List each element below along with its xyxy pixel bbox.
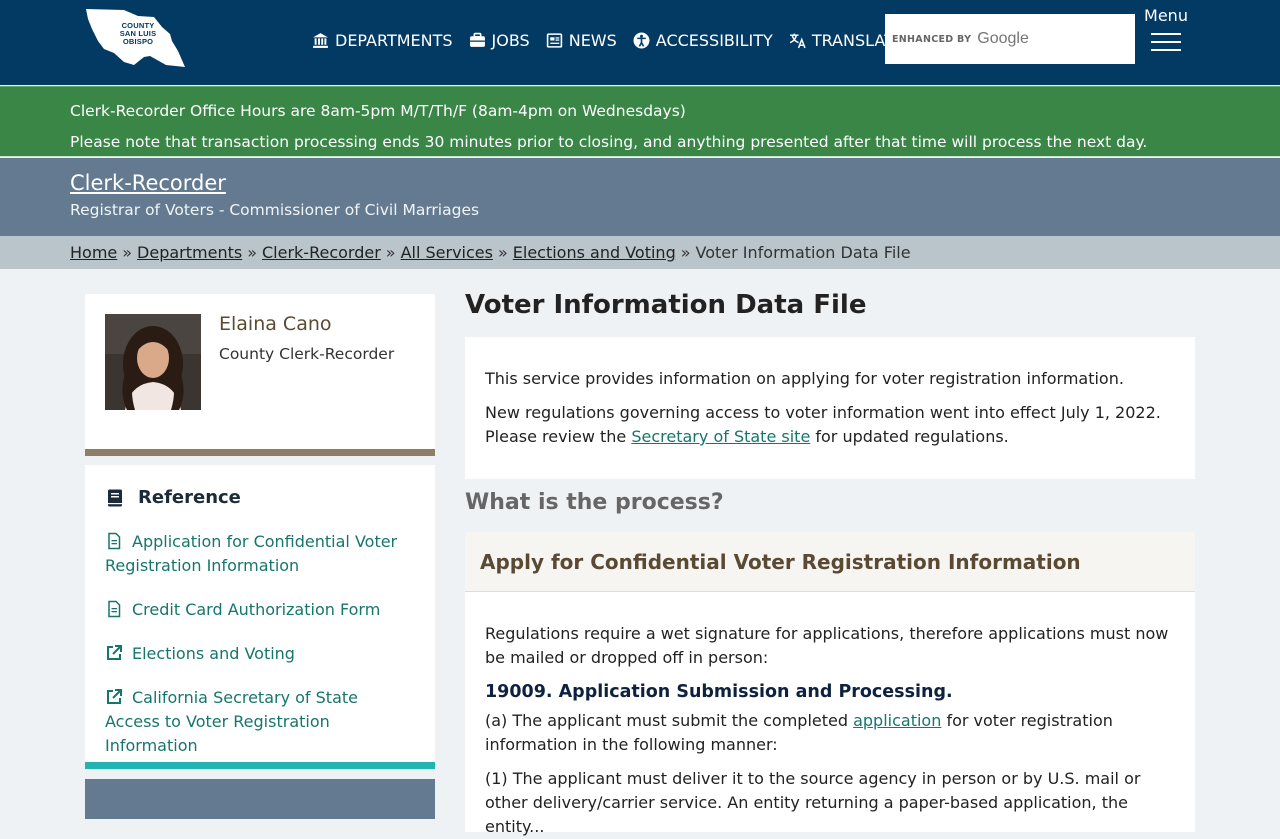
nav-label: DEPARTMENTS bbox=[335, 30, 453, 50]
reference-link-label: Credit Card Authorization Form bbox=[132, 600, 381, 619]
alert-line-1: Clerk-Recorder Office Hours are 8am-5pm … bbox=[70, 102, 686, 120]
nav-jobs[interactable]: JOBS bbox=[469, 31, 530, 50]
process-heading: What is the process? bbox=[465, 490, 724, 515]
county-logo[interactable]: COUNTY SAN LUIS OBISPO bbox=[84, 7, 186, 71]
briefcase-icon bbox=[469, 32, 486, 49]
logo-text: COUNTY SAN LUIS OBISPO bbox=[84, 7, 186, 46]
accordion-paragraph-2: (a) The applicant must submit the comple… bbox=[485, 709, 1175, 757]
breadcrumb-elections-and-voting[interactable]: Elections and Voting bbox=[513, 243, 676, 262]
official-name: Elaina Cano bbox=[219, 313, 332, 335]
reference-link-label: Application for Confidential Voter Regis… bbox=[105, 532, 398, 575]
breadcrumb-clerk-recorder[interactable]: Clerk-Recorder bbox=[262, 243, 381, 262]
section-heading-19009: 19009. Application Submission and Proces… bbox=[485, 682, 953, 702]
nav-label: NEWS bbox=[568, 30, 617, 50]
accordion-header-apply[interactable]: Apply for Confidential Voter Registratio… bbox=[465, 532, 1195, 592]
accordion-paragraph-3: (1) The applicant must deliver it to the… bbox=[485, 769, 1141, 836]
reference-box: Reference Application for Confidential V… bbox=[85, 465, 435, 769]
reference-link-elections-and-voting[interactable]: Elections and Voting bbox=[105, 642, 415, 666]
reference-heading: Reference bbox=[105, 487, 415, 508]
logo-line-3: OBISPO bbox=[122, 37, 154, 46]
alert-line-2: Please note that transaction processing … bbox=[70, 133, 1148, 151]
breadcrumb-separator: » bbox=[680, 243, 691, 262]
document-icon bbox=[105, 532, 123, 550]
building-icon bbox=[312, 32, 329, 49]
application-link[interactable]: application bbox=[853, 711, 941, 730]
nav-label: JOBS bbox=[491, 30, 530, 50]
search-brand: Google bbox=[977, 30, 1029, 47]
secretary-of-state-link[interactable]: Secretary of State site bbox=[631, 427, 810, 446]
intro-panel: This service provides information on app… bbox=[465, 337, 1195, 479]
external-link-icon bbox=[105, 644, 123, 662]
document-icon bbox=[105, 600, 123, 618]
reference-link-label: California Secretary of State Access to … bbox=[105, 688, 358, 755]
breadcrumb-all-services[interactable]: All Services bbox=[401, 243, 493, 262]
newspaper-icon bbox=[546, 32, 563, 49]
official-card: Elaina Cano County Clerk-Recorder bbox=[85, 294, 435, 456]
department-name-link[interactable]: Clerk-Recorder bbox=[70, 171, 226, 195]
accordion-paragraph-1: Regulations require a wet signature for … bbox=[485, 624, 1169, 667]
sidebar-next-panel bbox=[85, 779, 435, 819]
external-link-icon bbox=[105, 688, 123, 706]
translate-icon bbox=[789, 32, 806, 49]
breadcrumb-separator: » bbox=[497, 243, 508, 262]
breadcrumb-home[interactable]: Home bbox=[70, 243, 117, 262]
nav-label: ACCESSIBILITY bbox=[655, 30, 773, 50]
main-nav: DEPARTMENTS JOBS NEWS ACCESSIBILITY TRAN… bbox=[312, 28, 920, 52]
intro-text: for updated regulations. bbox=[810, 427, 1009, 446]
breadcrumb-separator: » bbox=[247, 243, 257, 262]
site-header: COUNTY SAN LUIS OBISPO DEPARTMENTS JOBS … bbox=[0, 0, 1280, 85]
breadcrumb-separator: » bbox=[122, 243, 133, 262]
breadcrumb-current: Voter Information Data File bbox=[695, 243, 911, 262]
reference-heading-text: Reference bbox=[138, 487, 241, 508]
search-input[interactable]: ENHANCED BY Google bbox=[885, 14, 1135, 64]
nav-news[interactable]: NEWS bbox=[546, 31, 617, 50]
menu-label: Menu bbox=[1144, 6, 1188, 25]
reference-link-credit-card-form[interactable]: Credit Card Authorization Form bbox=[105, 598, 415, 622]
intro-paragraph-1: This service provides information on app… bbox=[485, 369, 1124, 388]
accordion-body: Regulations require a wet signature for … bbox=[465, 592, 1195, 836]
page-title: Voter Information Data File bbox=[465, 290, 867, 320]
nav-departments[interactable]: DEPARTMENTS bbox=[312, 31, 453, 50]
menu-button[interactable]: Menu bbox=[1143, 6, 1189, 57]
nav-accessibility[interactable]: ACCESSIBILITY bbox=[633, 31, 773, 50]
breadcrumb-separator: » bbox=[385, 243, 396, 262]
accordion-text: (a) The applicant must submit the comple… bbox=[485, 711, 854, 730]
department-header: Clerk-Recorder Registrar of Voters - Com… bbox=[0, 158, 1280, 236]
official-title: County Clerk-Recorder bbox=[219, 345, 395, 363]
breadcrumb-departments[interactable]: Departments bbox=[137, 243, 242, 262]
official-photo bbox=[105, 314, 201, 410]
reference-link-secretary-of-state[interactable]: California Secretary of State Access to … bbox=[105, 686, 415, 758]
accessibility-icon bbox=[633, 32, 650, 49]
search-enhanced-by: ENHANCED BY bbox=[892, 33, 972, 45]
book-icon bbox=[105, 488, 125, 508]
department-subtitle: Registrar of Voters - Commissioner of Ci… bbox=[70, 201, 480, 219]
breadcrumb: Home » Departments » Clerk-Recorder » Al… bbox=[0, 236, 1280, 269]
hamburger-icon bbox=[1151, 33, 1181, 51]
reference-link-label: Elections and Voting bbox=[132, 644, 295, 663]
intro-paragraph-2: New regulations governing access to vote… bbox=[485, 401, 1175, 449]
reference-link-confidential-application[interactable]: Application for Confidential Voter Regis… bbox=[105, 530, 415, 578]
office-hours-alert: Clerk-Recorder Office Hours are 8am-5pm … bbox=[0, 86, 1280, 157]
